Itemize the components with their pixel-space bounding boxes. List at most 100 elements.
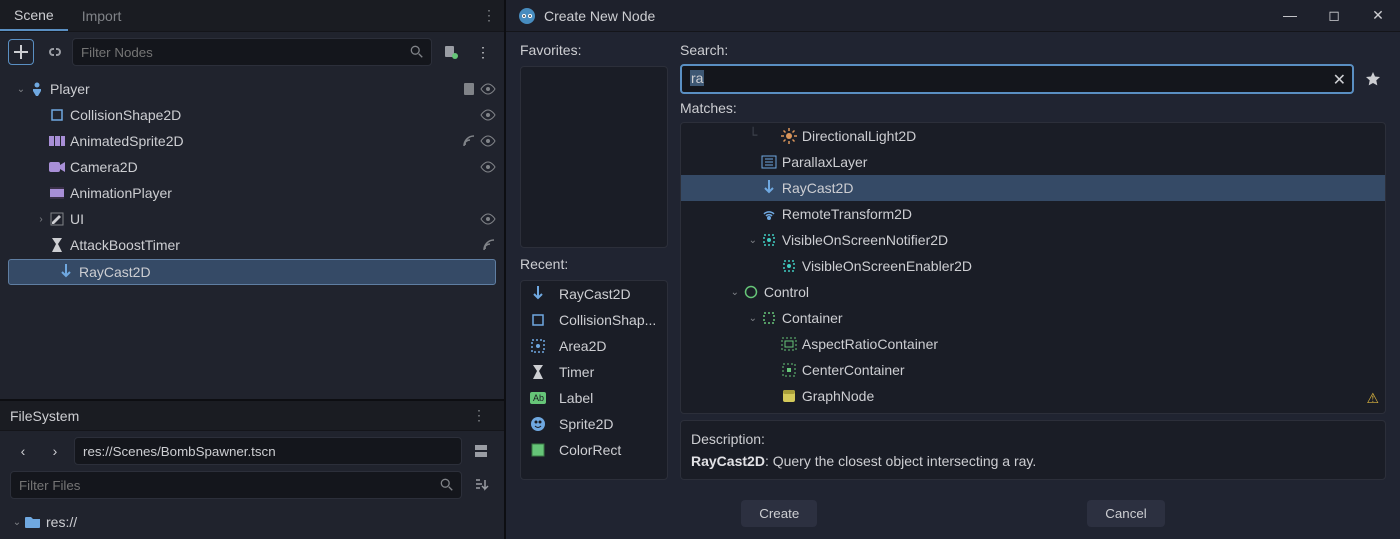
description-label: Description: <box>691 431 1375 447</box>
eye-icon[interactable] <box>480 135 496 147</box>
tree-node[interactable]: CollisionShape2D <box>0 102 504 128</box>
fs-root-label: res:// <box>46 514 486 530</box>
tree-node[interactable]: RayCast2D <box>8 259 496 285</box>
match-row[interactable]: ParallaxLayer <box>681 149 1385 175</box>
tab-import[interactable]: Import <box>68 2 136 30</box>
node-status-icons <box>482 238 496 252</box>
script-icon[interactable] <box>462 82 476 96</box>
tree-node[interactable]: Camera2D <box>0 154 504 180</box>
match-row[interactable]: GraphNode <box>681 383 1385 409</box>
scene-panel-menu-icon[interactable]: ⋮ <box>474 3 504 28</box>
tree-node-label: RayCast2D <box>79 264 495 280</box>
tree-node-label: UI <box>70 211 480 227</box>
link-node-button[interactable] <box>40 39 66 65</box>
scene-toolbar-menu-icon[interactable]: ⋮ <box>470 39 496 65</box>
match-label: GraphNode <box>802 388 874 404</box>
recent-box[interactable]: RayCast2D CollisionShap... Area2D Timer AbLa… <box>520 280 668 480</box>
match-label: CenterContainer <box>802 362 905 378</box>
filter-files-input[interactable] <box>10 471 462 499</box>
dialog-body: Favorites: Recent: RayCast2DCollisionSha… <box>506 32 1400 490</box>
signal-icon[interactable] <box>462 134 476 148</box>
recent-item[interactable]: Area2D <box>521 333 667 359</box>
tree-node-label: AnimationPlayer <box>70 185 496 201</box>
recent-item-label: Label <box>559 390 593 406</box>
favorites-label: Favorites: <box>520 42 668 58</box>
match-label: AspectRatioContainer <box>802 336 938 352</box>
favorite-toggle-button[interactable] <box>1360 66 1386 92</box>
minimize-button[interactable]: — <box>1280 7 1300 24</box>
recent-item-label: CollisionShap... <box>559 312 656 328</box>
fs-root[interactable]: ⌄ res:// <box>10 509 494 535</box>
folder-icon <box>24 513 42 531</box>
clear-search-icon[interactable]: ✕ <box>1333 70 1346 90</box>
sprite-icon <box>529 415 547 433</box>
match-row[interactable]: └ DirectionalLight2D <box>681 123 1385 149</box>
filesystem-tree[interactable]: ⌄ res:// <box>0 505 504 539</box>
recent-item-label: Timer <box>559 364 594 380</box>
match-row[interactable]: ⌄ Control <box>681 279 1385 305</box>
match-label: ParallaxLayer <box>782 154 868 170</box>
nav-back-button[interactable]: ‹ <box>10 438 36 464</box>
tree-node[interactable]: AttackBoostTimer <box>0 232 504 258</box>
nav-forward-button[interactable]: › <box>42 438 68 464</box>
add-node-button[interactable] <box>8 39 34 65</box>
filesystem-split-button[interactable] <box>468 438 494 464</box>
node-status-icons <box>462 134 496 148</box>
link-icon <box>45 44 61 60</box>
recent-item[interactable]: CollisionShap... <box>521 307 667 333</box>
filesystem-header: FileSystem ⋮ <box>0 399 504 431</box>
recent-item[interactable]: ColorRect <box>521 437 667 463</box>
favorites-box[interactable] <box>520 66 668 248</box>
eye-icon[interactable] <box>480 83 496 95</box>
cancel-button[interactable]: Cancel <box>1087 500 1165 527</box>
match-row[interactable]: RayCast2D <box>681 175 1385 201</box>
node-status-icons <box>480 213 496 225</box>
eye-icon[interactable] <box>480 213 496 225</box>
tree-node[interactable]: AnimatedSprite2D <box>0 128 504 154</box>
tree-node[interactable]: AnimationPlayer <box>0 180 504 206</box>
expand-icon: ⌄ <box>746 313 760 324</box>
filter-nodes-input[interactable] <box>72 38 432 66</box>
match-row[interactable]: CenterContainer <box>681 357 1385 383</box>
warning-icon: ⚠ <box>1366 390 1379 407</box>
search-label: Search: <box>680 42 1386 58</box>
attach-script-button[interactable] <box>438 39 464 65</box>
maximize-button[interactable]: ◻ <box>1324 7 1344 24</box>
filesystem-menu-icon[interactable]: ⋮ <box>464 403 494 428</box>
eye-icon[interactable] <box>480 109 496 121</box>
expand-icon: ⌄ <box>728 287 742 298</box>
create-button[interactable]: Create <box>741 500 817 527</box>
tree-node[interactable]: › UI <box>0 206 504 232</box>
filter-nodes-wrap <box>72 38 432 66</box>
search-input[interactable]: ra <box>680 64 1354 94</box>
tree-guide <box>729 180 746 196</box>
match-label: VisibleOnScreenEnabler2D <box>802 258 972 274</box>
recent-item[interactable]: RayCast2D <box>521 281 667 307</box>
eye-icon[interactable] <box>480 161 496 173</box>
tab-scene[interactable]: Scene <box>0 1 68 31</box>
recent-item-label: Sprite2D <box>559 416 613 432</box>
match-row[interactable]: AspectRatioContainer <box>681 331 1385 357</box>
close-button[interactable]: ✕ <box>1368 7 1388 24</box>
dialog-titlebar: Create New Node — ◻ ✕ <box>506 0 1400 32</box>
recent-item[interactable]: Sprite2D <box>521 411 667 437</box>
notify-icon <box>760 231 778 249</box>
matches-box[interactable]: └ DirectionalLight2D ParallaxLayer RayCa… <box>680 122 1386 414</box>
filesystem-sort-button[interactable] <box>468 472 494 498</box>
chevron-down-icon: ⌄ <box>10 517 24 528</box>
match-row[interactable]: ⌄ VisibleOnScreenNotifier2D <box>681 227 1385 253</box>
signal-icon[interactable] <box>482 238 496 252</box>
favorites-column: Favorites: Recent: RayCast2DCollisionSha… <box>520 42 668 480</box>
match-row[interactable]: VisibleOnScreenEnabler2D <box>681 253 1385 279</box>
recent-item[interactable]: AbLabel <box>521 385 667 411</box>
filesystem-path-input[interactable] <box>74 437 462 465</box>
sort-icon <box>473 477 489 493</box>
match-row[interactable]: RemoteTransform2D <box>681 201 1385 227</box>
tree-node[interactable]: ⌄ Player <box>0 76 504 102</box>
match-row[interactable]: ⌄ Container <box>681 305 1385 331</box>
sun-icon <box>780 127 798 145</box>
recent-item[interactable]: Timer <box>521 359 667 385</box>
camera-icon <box>48 158 66 176</box>
filesystem-filter-row <box>0 471 504 505</box>
scene-tree[interactable]: ⌄ Player CollisionShape2D AnimatedSprite… <box>0 72 504 399</box>
